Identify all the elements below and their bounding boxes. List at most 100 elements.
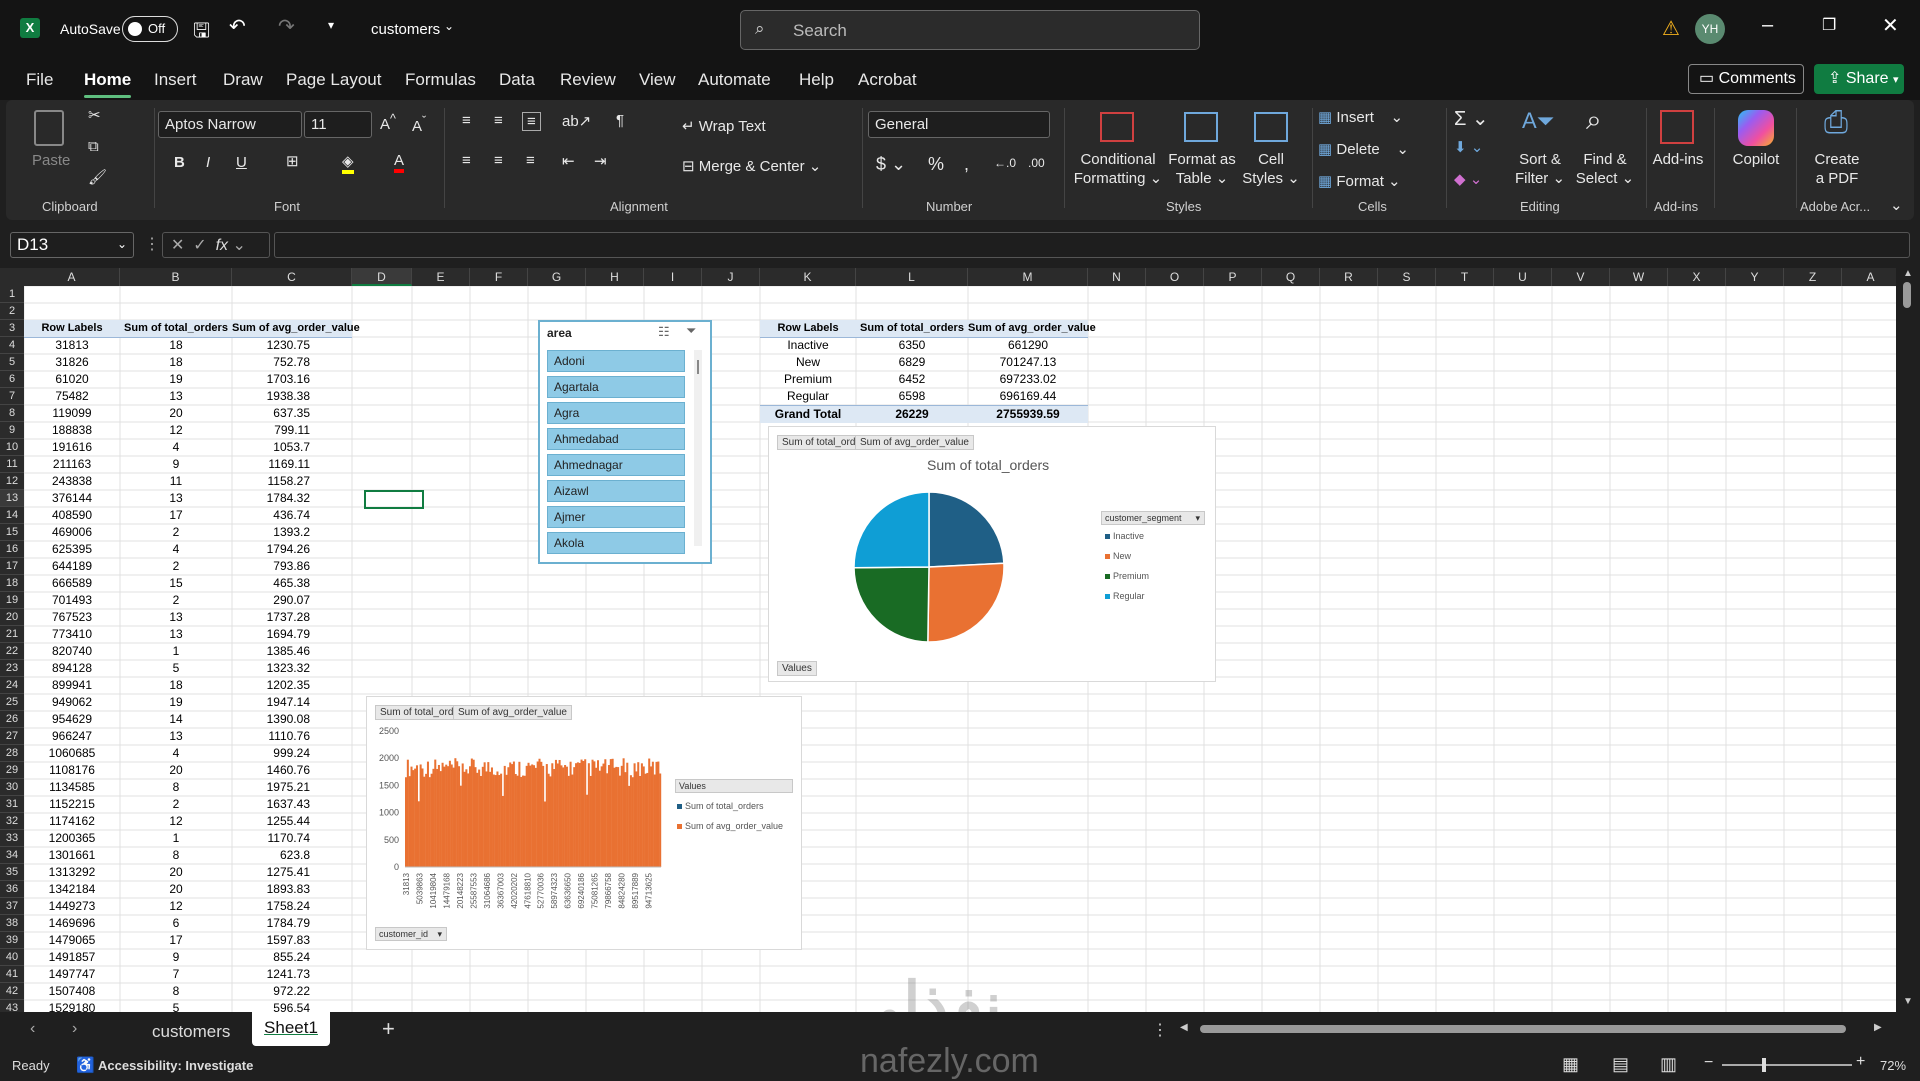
- fill-color-icon[interactable]: ◈: [342, 152, 354, 174]
- pivot1-cell[interactable]: 2: [120, 524, 232, 541]
- bar[interactable]: [476, 772, 479, 867]
- pivot1-cell[interactable]: 31826: [24, 354, 120, 371]
- bar[interactable]: [622, 758, 625, 867]
- column-header[interactable]: K: [760, 268, 856, 286]
- pivot1-cell[interactable]: 408590: [24, 507, 120, 524]
- row-header[interactable]: 8: [0, 405, 24, 422]
- column-header[interactable]: O: [1146, 268, 1204, 286]
- row-header[interactable]: 42: [0, 983, 24, 1000]
- font-color-icon[interactable]: A: [394, 152, 405, 173]
- pie-field-pill-aov[interactable]: Sum of avg_order_value: [855, 435, 974, 450]
- column-header[interactable]: M: [968, 268, 1088, 286]
- row-header[interactable]: 33: [0, 830, 24, 847]
- pivot1-cell[interactable]: 1460.76: [232, 762, 352, 779]
- pivot1-header[interactable]: Sum of avg_order_value: [232, 320, 360, 338]
- conditional-formatting-icon[interactable]: [1100, 112, 1134, 142]
- row-header[interactable]: 15: [0, 524, 24, 541]
- pivot2-cell[interactable]: Premium: [760, 371, 856, 388]
- bar[interactable]: [659, 773, 662, 867]
- bar[interactable]: [655, 761, 658, 867]
- pivot1-cell[interactable]: 1737.28: [232, 609, 352, 626]
- bar[interactable]: [653, 774, 656, 867]
- bar[interactable]: [538, 758, 541, 867]
- font-size-select[interactable]: 11: [304, 111, 372, 138]
- pivot1-cell[interactable]: 119099: [24, 405, 120, 422]
- bar[interactable]: [531, 764, 534, 867]
- text-direction-icon[interactable]: ¶: [616, 112, 624, 129]
- bar[interactable]: [584, 759, 587, 867]
- pivot1-cell[interactable]: 596.54: [232, 1000, 352, 1012]
- pivot1-cell[interactable]: 31813: [24, 337, 120, 354]
- column-header[interactable]: J: [702, 268, 760, 286]
- pivot1-cell[interactable]: 1784.79: [232, 915, 352, 932]
- bar[interactable]: [635, 771, 638, 867]
- row-header[interactable]: 28: [0, 745, 24, 762]
- pivot1-cell[interactable]: 894128: [24, 660, 120, 677]
- column-header[interactable]: C: [232, 268, 352, 286]
- bar[interactable]: [553, 769, 556, 867]
- pivot1-cell[interactable]: 7: [120, 966, 232, 983]
- pivot1-cell[interactable]: 1390.08: [232, 711, 352, 728]
- bar[interactable]: [498, 775, 501, 867]
- pivot1-cell[interactable]: 8: [120, 847, 232, 864]
- pivot1-cell[interactable]: 1342184: [24, 881, 120, 898]
- insert-cells-button[interactable]: ▦ Insert ⌄: [1318, 108, 1403, 126]
- cell-styles-icon[interactable]: [1254, 112, 1288, 142]
- pivot2-total[interactable]: Grand Total: [760, 405, 856, 423]
- increase-decimal-icon[interactable]: ←.0: [994, 156, 1016, 170]
- pivot1-cell[interactable]: 1200365: [24, 830, 120, 847]
- row-header[interactable]: 12: [0, 473, 24, 490]
- bar[interactable]: [448, 760, 451, 867]
- bar[interactable]: [578, 762, 581, 867]
- name-box[interactable]: D13 ⌄: [10, 232, 134, 258]
- bar-chart[interactable]: Sum of total_orders Sum of avg_order_val…: [366, 696, 802, 950]
- row-header[interactable]: 9: [0, 422, 24, 439]
- bar[interactable]: [405, 777, 408, 867]
- vertical-scrollbar[interactable]: ▲ ▼: [1896, 268, 1920, 1012]
- align-right-icon[interactable]: ≡: [526, 152, 535, 169]
- row-header[interactable]: 34: [0, 847, 24, 864]
- grow-font-icon[interactable]: A^: [380, 112, 396, 133]
- increase-indent-icon[interactable]: ⇥: [594, 152, 607, 170]
- bar[interactable]: [618, 775, 621, 867]
- pivot1-cell[interactable]: 9: [120, 456, 232, 473]
- bar[interactable]: [441, 762, 444, 867]
- bar[interactable]: [640, 763, 643, 867]
- row-header[interactable]: 37: [0, 898, 24, 915]
- row-header[interactable]: 26: [0, 711, 24, 728]
- bar[interactable]: [514, 774, 517, 867]
- pivot1-cell[interactable]: 6: [120, 915, 232, 932]
- bar[interactable]: [415, 765, 418, 867]
- pivot1-cell[interactable]: 701493: [24, 592, 120, 609]
- row-header[interactable]: 40: [0, 949, 24, 966]
- bar[interactable]: [458, 766, 461, 867]
- pivot1-cell[interactable]: 11: [120, 473, 232, 490]
- pivot1-cell[interactable]: 465.38: [232, 575, 352, 592]
- slicer-scrollbar[interactable]: [694, 350, 702, 546]
- pivot1-cell[interactable]: 1174162: [24, 813, 120, 830]
- pivot1-cell[interactable]: 644189: [24, 558, 120, 575]
- pivot1-cell[interactable]: 243838: [24, 473, 120, 490]
- pivot1-cell[interactable]: 1323.32: [232, 660, 352, 677]
- column-header[interactable]: V: [1552, 268, 1610, 286]
- pivot1-cell[interactable]: 4: [120, 439, 232, 456]
- pivot2-cell[interactable]: 697233.02: [968, 371, 1088, 388]
- bar[interactable]: [454, 758, 457, 867]
- decrease-decimal-icon[interactable]: .00: [1028, 156, 1045, 170]
- sort-filter-button[interactable]: Sort & Filter ⌄: [1506, 150, 1574, 188]
- pie-slice-premium[interactable]: [853, 566, 930, 643]
- column-header[interactable]: L: [856, 268, 968, 286]
- bar[interactable]: [533, 765, 536, 867]
- pivot1-cell[interactable]: 13: [120, 490, 232, 507]
- pivot2-total[interactable]: 2755939.59: [968, 405, 1088, 423]
- pivot1-cell[interactable]: 1385.46: [232, 643, 352, 660]
- select-all-corner[interactable]: [0, 268, 24, 286]
- pivot1-cell[interactable]: 2: [120, 558, 232, 575]
- menu-help[interactable]: Help: [799, 70, 834, 90]
- bar[interactable]: [575, 763, 578, 867]
- font-name-select[interactable]: Aptos Narrow: [158, 111, 302, 138]
- bar[interactable]: [554, 759, 557, 867]
- pivot1-header[interactable]: Row Labels: [24, 320, 120, 338]
- row-header[interactable]: 7: [0, 388, 24, 405]
- bar[interactable]: [580, 759, 583, 867]
